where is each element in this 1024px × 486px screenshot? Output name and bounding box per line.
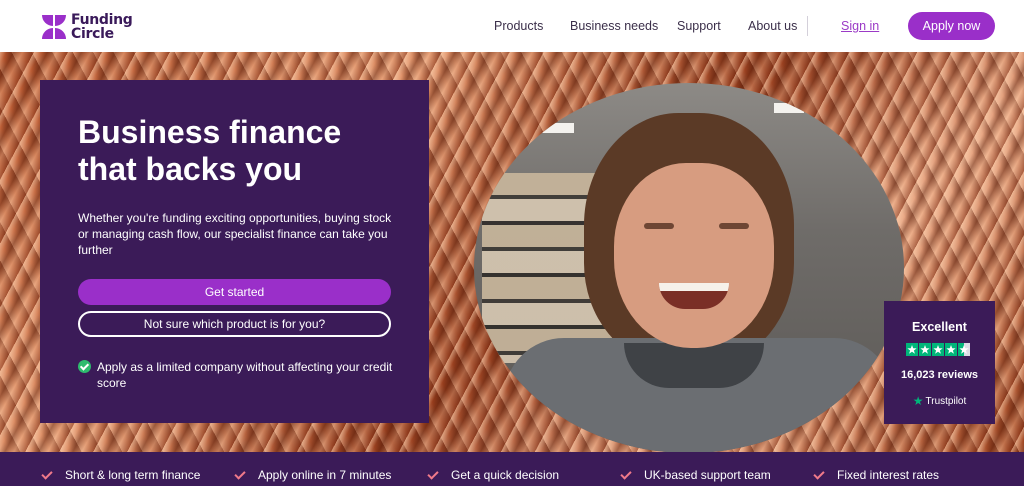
feature-text: Short & long term finance [65,468,201,482]
feature-item: Apply online in 7 minutes [234,468,391,482]
half-star-icon [958,343,970,356]
trustpilot-brand-text: Trustpilot [925,395,967,407]
nav-products[interactable]: Products [494,19,543,33]
check-icon [41,469,53,481]
feature-bar: Short & long term finance Apply online i… [0,452,1024,486]
feature-item: Get a quick decision [427,468,559,482]
get-started-button[interactable]: Get started [78,279,391,305]
trustpilot-brand: ★ Trustpilot [884,394,995,408]
nav-business-needs[interactable]: Business needs [570,19,658,33]
logo[interactable]: Funding Circle [40,12,133,42]
star-icon [932,343,944,356]
sign-in-link[interactable]: Sign in [841,19,879,33]
product-finder-button[interactable]: Not sure which product is for you? [78,311,391,337]
trustpilot-star-icon: ★ [912,394,924,408]
trustpilot-rating-text: Excellent [912,320,967,334]
hero-photo [474,83,904,452]
hero-title: Business finance that backs you [78,114,342,187]
trustpilot-stars [906,343,970,356]
hero-card: Business finance that backs you Whether … [40,80,429,423]
check-circle-icon [78,360,91,373]
funding-circle-logo-icon [42,15,66,39]
logo-wordmark: Funding Circle [71,13,133,41]
logo-line-1: Funding [71,12,133,28]
feature-item: Fixed interest rates [813,468,939,482]
feature-item: UK-based support team [620,468,771,482]
feature-item: Short & long term finance [41,468,200,482]
check-icon [427,469,439,481]
photo-ceiling-light [774,103,804,113]
credit-score-text: Apply as a limited company without affec… [97,360,393,390]
hero-section: Business finance that backs you Whether … [0,52,1024,452]
site-header: Funding Circle Products Business needs S… [0,0,1024,52]
hero-description: Whether you're funding exciting opportun… [78,211,392,257]
credit-score-note: Apply as a limited company without affec… [78,359,398,391]
trustpilot-review-count: 16,023 reviews [900,369,979,381]
feature-text: Apply online in 7 minutes [258,468,392,482]
star-icon [906,343,918,356]
star-icon [919,343,931,356]
nav-about-us[interactable]: About us [748,19,797,33]
nav-divider [807,16,808,36]
check-icon [620,469,632,481]
check-icon [813,469,825,481]
feature-text: Get a quick decision [451,468,560,482]
feature-text: UK-based support team [644,468,771,482]
trustpilot-widget[interactable]: Excellent 16,023 reviews ★ Trustpilot [884,301,995,424]
nav-support[interactable]: Support [677,19,721,33]
check-icon [234,469,246,481]
photo-eye [644,223,674,229]
star-icon [945,343,957,356]
photo-eye [719,223,749,229]
photo-ceiling-light [534,123,574,133]
logo-line-2: Circle [71,26,114,42]
apply-now-button[interactable]: Apply now [908,12,995,40]
feature-text: Fixed interest rates [837,468,940,482]
photo-face [614,163,774,348]
